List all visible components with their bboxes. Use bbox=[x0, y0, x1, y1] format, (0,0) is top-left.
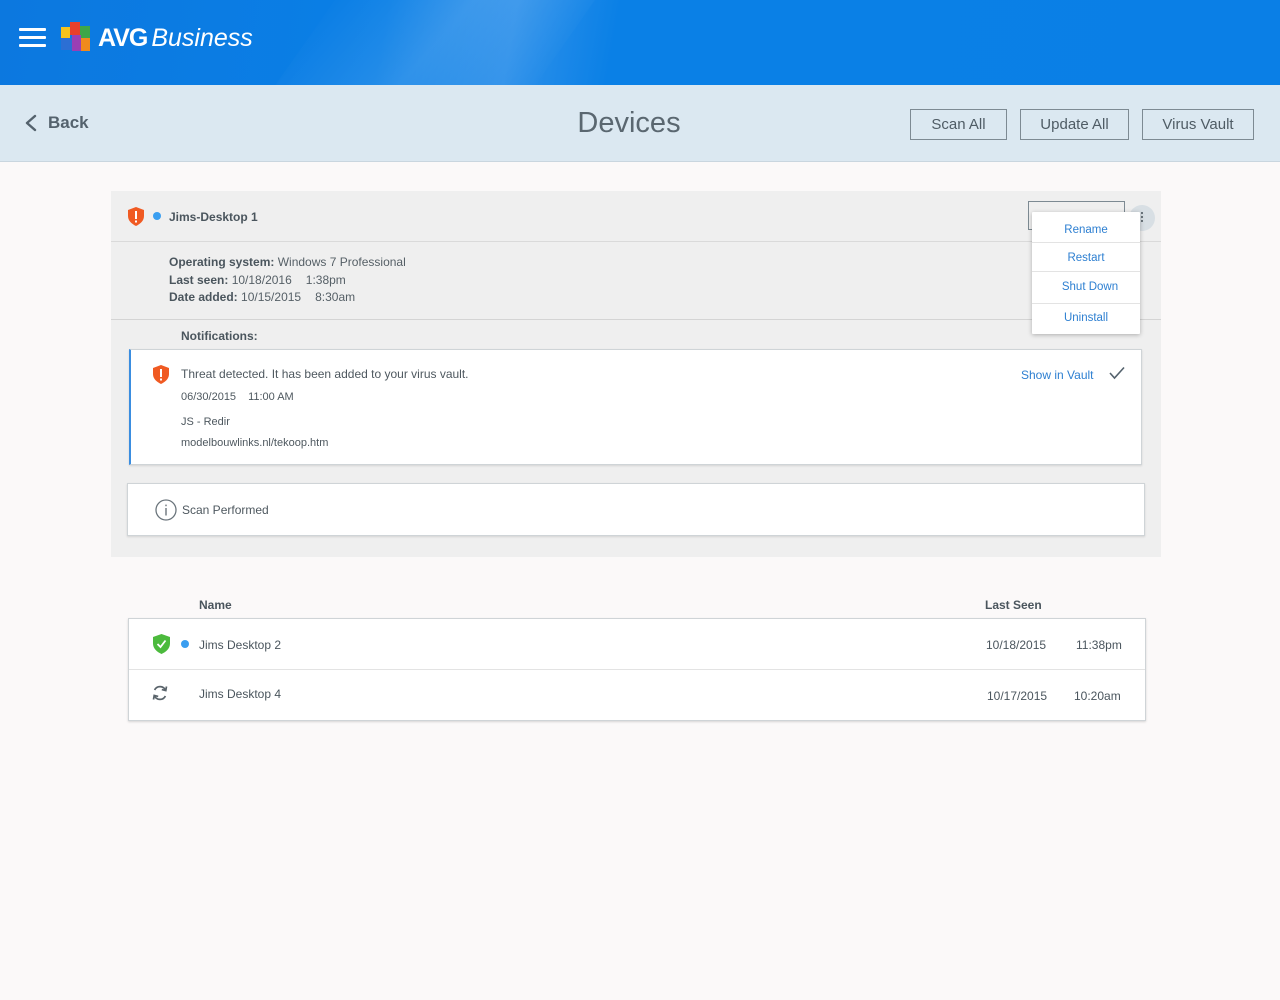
menu-item-rename[interactable]: Rename bbox=[1032, 224, 1140, 236]
os-value: Windows 7 Professional bbox=[277, 255, 406, 269]
last-seen-time-cell: 11:38pm bbox=[1076, 638, 1122, 652]
date-added-label: Date added: bbox=[169, 290, 238, 304]
toolbar: Back Devices Scan All Update All Virus V… bbox=[0, 85, 1280, 162]
shield-alert-icon bbox=[153, 365, 169, 384]
checkmark-icon[interactable] bbox=[1109, 366, 1125, 380]
device-detail-panel: Jims-Desktop 1 Operating system: Windows… bbox=[111, 191, 1161, 557]
notifications-label: Notifications: bbox=[181, 329, 258, 343]
header-decoration bbox=[236, 0, 624, 85]
brand-suffix: Business bbox=[151, 24, 253, 52]
menu-divider bbox=[1032, 242, 1140, 243]
notification-time: 11:00 AM bbox=[248, 391, 294, 403]
last-seen-date: 10/18/2016 bbox=[231, 272, 292, 287]
device-table: Jims Desktop 2 10/18/2015 11:38pm Jims D… bbox=[128, 618, 1146, 721]
last-seen-label: Last seen: bbox=[169, 272, 229, 287]
notification-date: 06/30/2015 bbox=[181, 391, 237, 403]
device-header[interactable]: Jims-Desktop 1 bbox=[111, 191, 1161, 242]
os-label: Operating system: bbox=[169, 255, 275, 269]
date-added-time: 8:30am bbox=[315, 290, 356, 304]
device-info: Operating system: Windows 7 Professional… bbox=[169, 254, 406, 307]
last-seen-date-cell: 10/18/2015 bbox=[986, 638, 1047, 652]
sync-icon bbox=[152, 685, 168, 701]
threat-notification: Threat detected. It has been added to yo… bbox=[129, 349, 1142, 465]
brand-logo[interactable]: AVG Business bbox=[98, 24, 253, 53]
last-seen-date-cell: 10/17/2015 bbox=[987, 689, 1048, 703]
notification-timestamp: 06/30/2015 11:00 AM bbox=[181, 391, 294, 403]
brand-name: AVG bbox=[98, 24, 148, 52]
menu-divider bbox=[1032, 303, 1140, 304]
menu-item-restart[interactable]: Restart bbox=[1032, 252, 1140, 264]
scan-all-button[interactable]: Scan All bbox=[910, 109, 1007, 140]
menu-item-shut-down[interactable]: Shut Down bbox=[1036, 281, 1144, 293]
threat-name: JS - Redir bbox=[181, 416, 230, 428]
menu-item-uninstall[interactable]: Uninstall bbox=[1032, 312, 1140, 324]
divider bbox=[111, 319, 1161, 320]
menu-divider bbox=[1032, 271, 1140, 272]
show-in-vault-link[interactable]: Show in Vault bbox=[1021, 368, 1094, 382]
threat-path: modelbouwlinks.nl/tekoop.htm bbox=[181, 437, 329, 449]
online-status-dot bbox=[153, 212, 161, 220]
scan-performed-text: Scan Performed bbox=[182, 503, 269, 517]
shield-alert-icon bbox=[128, 207, 144, 226]
notification-message: Threat detected. It has been added to yo… bbox=[181, 367, 469, 381]
avg-logo-icon bbox=[61, 22, 90, 51]
scan-notification: Scan Performed bbox=[127, 483, 1145, 536]
date-added-date: 10/15/2015 bbox=[241, 290, 302, 304]
online-status-dot bbox=[181, 640, 189, 648]
device-name-cell: Jims Desktop 2 bbox=[199, 638, 282, 652]
table-row[interactable]: Jims Desktop 2 10/18/2015 11:38pm bbox=[129, 619, 1145, 669]
device-name: Jims-Desktop 1 bbox=[169, 210, 258, 224]
update-all-button[interactable]: Update All bbox=[1020, 109, 1129, 140]
shield-check-icon bbox=[153, 634, 170, 654]
last-seen-time: 1:38pm bbox=[305, 272, 346, 287]
device-name-cell: Jims Desktop 4 bbox=[199, 687, 282, 701]
table-row[interactable]: Jims Desktop 4 10/17/2015 10:20am bbox=[129, 670, 1145, 720]
column-header-name[interactable]: Name bbox=[199, 598, 232, 612]
device-context-menu: Rename Restart Shut Down Uninstall bbox=[1032, 212, 1140, 334]
column-header-last-seen[interactable]: Last Seen bbox=[985, 598, 1042, 612]
virus-vault-button[interactable]: Virus Vault bbox=[1142, 109, 1254, 140]
hamburger-icon[interactable] bbox=[19, 28, 46, 48]
last-seen-time-cell: 10:20am bbox=[1074, 689, 1121, 703]
app-header: AVG Business bbox=[0, 0, 1280, 85]
info-icon bbox=[155, 499, 177, 521]
